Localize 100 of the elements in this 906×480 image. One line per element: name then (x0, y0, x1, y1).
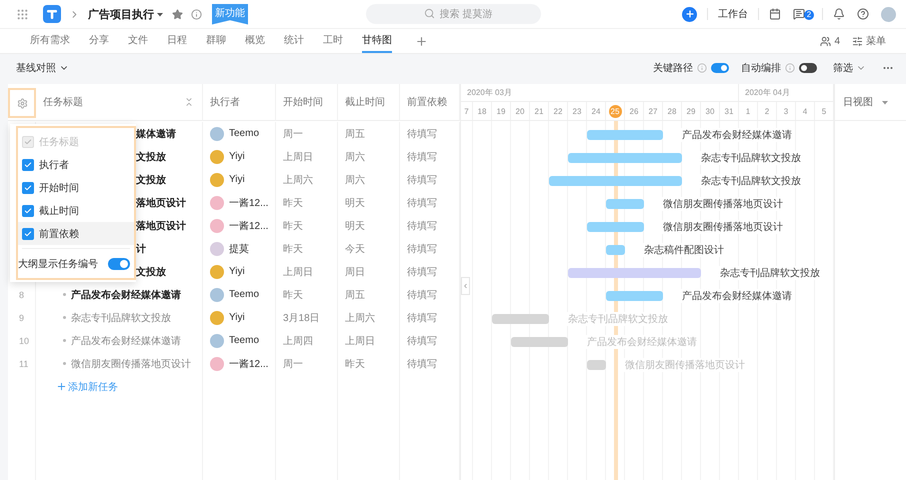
members-button[interactable]: 4 (820, 29, 840, 53)
baseline-dropdown[interactable]: 基线对照 (16, 61, 69, 75)
menu-button[interactable]: 菜单 (852, 29, 886, 53)
tab[interactable]: 统计 (284, 29, 304, 53)
day-label: 31 (724, 106, 734, 118)
start-time: 昨天 (283, 288, 303, 302)
start-time: 昨天 (283, 220, 303, 232)
tab[interactable]: 日程 (167, 29, 187, 53)
task-title[interactable]: 微信朋友圈传播落地页设计 (71, 356, 191, 370)
toggle-switch[interactable] (711, 63, 729, 73)
toggle-label: 自动编排 (741, 62, 781, 75)
project-title-dropdown[interactable]: 广告项目执行 (88, 6, 164, 22)
plus-icon (56, 381, 67, 392)
tab[interactable]: 文件 (128, 29, 148, 53)
column-option[interactable]: 开始时间 (18, 176, 134, 199)
bar-label: 产品发布会财经媒体邀请 (586, 334, 698, 348)
column-header: 任务标题 (43, 96, 83, 109)
dependency: 待填写 (407, 288, 437, 302)
bullet-icon (63, 316, 66, 319)
checkbox[interactable] (22, 228, 34, 240)
add-icon[interactable] (682, 6, 697, 22)
task-title[interactable]: 产品发布会财经媒体邀请 (71, 334, 181, 348)
bar-label: 微信朋友圈传播落地页设计 (624, 358, 746, 372)
day-label: 18 (478, 106, 486, 118)
calendar-icon[interactable] (769, 8, 781, 20)
day-label: 19 (496, 106, 506, 118)
day-label: 5 (822, 106, 826, 118)
column-header: 前置依赖 (407, 96, 447, 109)
tab[interactable]: 分享 (89, 29, 109, 53)
task-title[interactable]: 文投放 (136, 264, 166, 278)
task-title[interactable]: 落地页设计 (136, 196, 186, 210)
bar-label: 杂志专刊品牌软文投放 (719, 266, 821, 280)
toggle-switch[interactable] (799, 63, 817, 73)
help-icon[interactable] (857, 8, 869, 20)
assignee-name: Teemo (229, 128, 260, 139)
day-label: 29 (686, 106, 696, 118)
dependency: 待填写 (407, 174, 437, 186)
column-header: 开始时间 (283, 96, 323, 109)
bullet-icon (63, 362, 66, 365)
day-label: 30 (706, 106, 714, 118)
toggle-label: 大纲显示任务编号 (18, 258, 98, 271)
assignee-name: Yiyi (229, 174, 245, 185)
day-label: 2 (764, 106, 770, 118)
due-time: 周日 (345, 266, 365, 278)
info-icon[interactable] (191, 8, 202, 20)
day-label: 26 (630, 106, 638, 118)
settings-icon (16, 98, 28, 108)
user-avatar[interactable] (881, 6, 896, 22)
start-time: 上周日 (283, 266, 313, 278)
column-option[interactable]: 执行者 (18, 153, 134, 176)
task-title[interactable]: 文投放 (136, 150, 166, 164)
tab[interactable]: 概览 (245, 29, 265, 53)
task-title[interactable]: 产品发布会财经媒体邀请 (71, 288, 181, 302)
bell-icon[interactable] (833, 8, 845, 20)
due-time: 今天 (345, 242, 365, 256)
column-option[interactable]: 截止时间 (18, 199, 134, 222)
assignee-name: 一酱12... (229, 196, 268, 210)
task-title[interactable]: 落地页设计 (136, 218, 186, 232)
checkbox[interactable] (22, 182, 34, 194)
info-icon (785, 63, 795, 73)
due-time: 上周六 (345, 312, 375, 324)
bar-label: 产品发布会财经媒体邀请 (681, 288, 793, 302)
assignee-name: Teemo (229, 335, 260, 346)
assignee-name: Yiyi (229, 151, 245, 162)
bullet-icon (63, 293, 66, 296)
due-time: 周五 (345, 288, 365, 302)
tab[interactable]: 群聊 (206, 29, 226, 53)
task-title[interactable]: 计 (136, 242, 146, 256)
checkbox[interactable] (22, 204, 34, 216)
dependency: 待填写 (407, 220, 437, 232)
toggle-switch[interactable] (108, 258, 130, 270)
day-label: 20 (516, 106, 524, 118)
collapse-handle[interactable] (461, 277, 470, 295)
task-title[interactable]: 媒体邀请 (136, 126, 176, 140)
checkbox[interactable] (22, 158, 34, 170)
start-time: 3月18日 (283, 312, 320, 324)
start-time: 上周四 (283, 334, 313, 348)
workbench-link[interactable]: 工作台 (718, 7, 748, 21)
apps-grid-icon[interactable] (16, 8, 29, 20)
assignee-name: 一酱12... (229, 220, 268, 232)
info-icon (697, 63, 707, 73)
due-time: 周五 (345, 128, 365, 140)
caret-icon (881, 100, 889, 104)
collapse-icon[interactable] (184, 97, 194, 107)
day-label: 4 (802, 106, 808, 118)
task-title[interactable]: 文投放 (136, 172, 166, 186)
star-icon[interactable] (172, 8, 183, 20)
tab[interactable]: 工时 (323, 29, 343, 53)
column-option[interactable]: 前置依赖 (18, 222, 134, 245)
settings-button[interactable] (8, 88, 36, 118)
check-icon (24, 230, 32, 238)
search-field[interactable]: 搜索 提莫游 (366, 4, 540, 24)
message-icon[interactable] (793, 8, 805, 20)
bar-label: 杂志专刊品牌软文投放 (700, 174, 802, 188)
task-title[interactable]: 杂志专刊品牌软文投放 (71, 310, 171, 324)
dependency: 待填写 (407, 312, 437, 324)
day-label: 21 (534, 106, 544, 118)
filter-dropdown[interactable]: 筛选 (833, 61, 866, 75)
dependency: 待填写 (407, 150, 437, 164)
tab[interactable]: 所有需求 (30, 29, 70, 53)
